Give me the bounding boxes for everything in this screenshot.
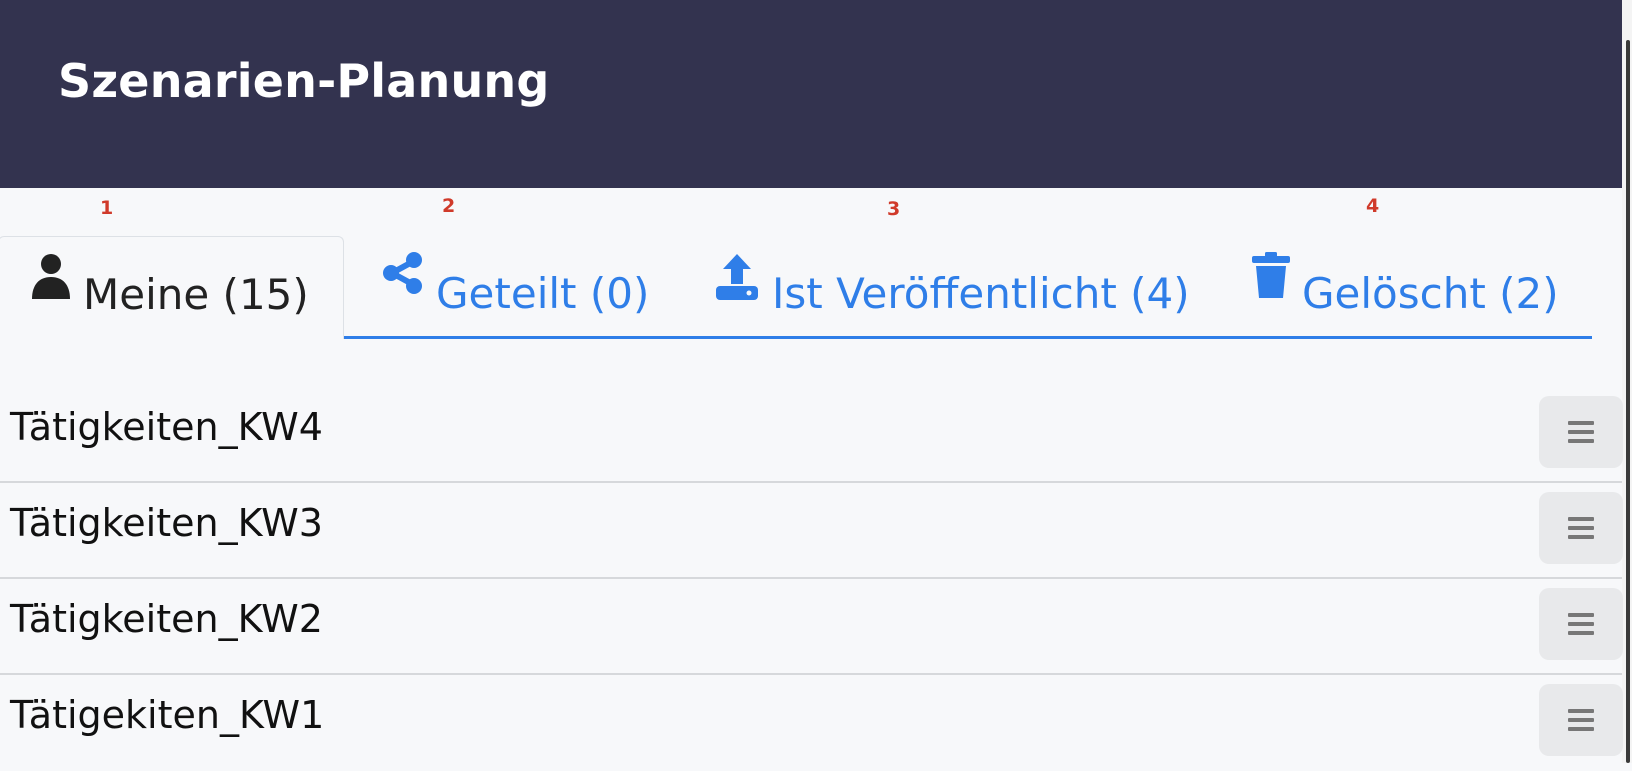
list-item[interactable]: Tätigkeiten_KW3 xyxy=(0,483,1623,579)
scenario-name: Tätigekiten_KW1 xyxy=(10,693,325,737)
annotation-marker-1: 1 xyxy=(100,197,114,219)
list-item[interactable]: Tätigkeiten_KW2 xyxy=(0,579,1623,675)
annotation-marker-3: 3 xyxy=(887,198,901,220)
hamburger-icon xyxy=(1568,709,1594,731)
list-item[interactable]: Tätigekiten_KW1 xyxy=(0,675,1623,771)
annotation-marker-2: 2 xyxy=(442,195,456,217)
tab-meine[interactable]: Meine (15) xyxy=(0,236,344,339)
tab-geloescht[interactable]: Gelöscht (2) xyxy=(1252,236,1559,338)
page-title: Szenarien-Planung xyxy=(58,54,550,108)
scrollbar-thumb[interactable] xyxy=(1626,40,1630,763)
tab-geloescht-label: Gelöscht (2) xyxy=(1302,269,1559,318)
row-menu-button[interactable] xyxy=(1539,492,1623,564)
tab-geteilt[interactable]: Geteilt (0) xyxy=(382,236,649,338)
hamburger-icon xyxy=(1568,613,1594,635)
tab-veroeffentlicht[interactable]: Ist Veröffentlicht (4) xyxy=(714,236,1190,338)
scrollbar[interactable] xyxy=(1622,0,1632,763)
list-item[interactable]: Tätigkeiten_KW4 xyxy=(0,387,1623,483)
trash-icon xyxy=(1252,252,1290,322)
scenario-name: Tätigkeiten_KW2 xyxy=(10,597,323,641)
tab-geteilt-label: Geteilt (0) xyxy=(436,269,650,318)
share-icon xyxy=(382,252,424,322)
tab-bar: Meine (15) Geteilt (0) Ist Veröffentlich… xyxy=(0,236,1592,340)
app-header: Szenarien-Planung xyxy=(0,0,1632,188)
row-menu-button[interactable] xyxy=(1539,684,1623,756)
user-icon xyxy=(31,253,71,323)
row-menu-button[interactable] xyxy=(1539,396,1623,468)
tab-veroeffentlicht-label: Ist Veröffentlicht (4) xyxy=(772,269,1190,318)
row-menu-button[interactable] xyxy=(1539,588,1623,660)
tab-meine-label: Meine (15) xyxy=(83,270,309,319)
scenario-list: Tätigkeiten_KW4 Tätigkeiten_KW3 Tätigkei… xyxy=(0,387,1623,771)
annotation-marker-4: 4 xyxy=(1366,195,1380,217)
hamburger-icon xyxy=(1568,517,1594,539)
scenario-name: Tätigkeiten_KW3 xyxy=(10,501,323,545)
upload-icon xyxy=(714,252,760,322)
scenario-name: Tätigkeiten_KW4 xyxy=(10,405,323,449)
hamburger-icon xyxy=(1568,421,1594,443)
